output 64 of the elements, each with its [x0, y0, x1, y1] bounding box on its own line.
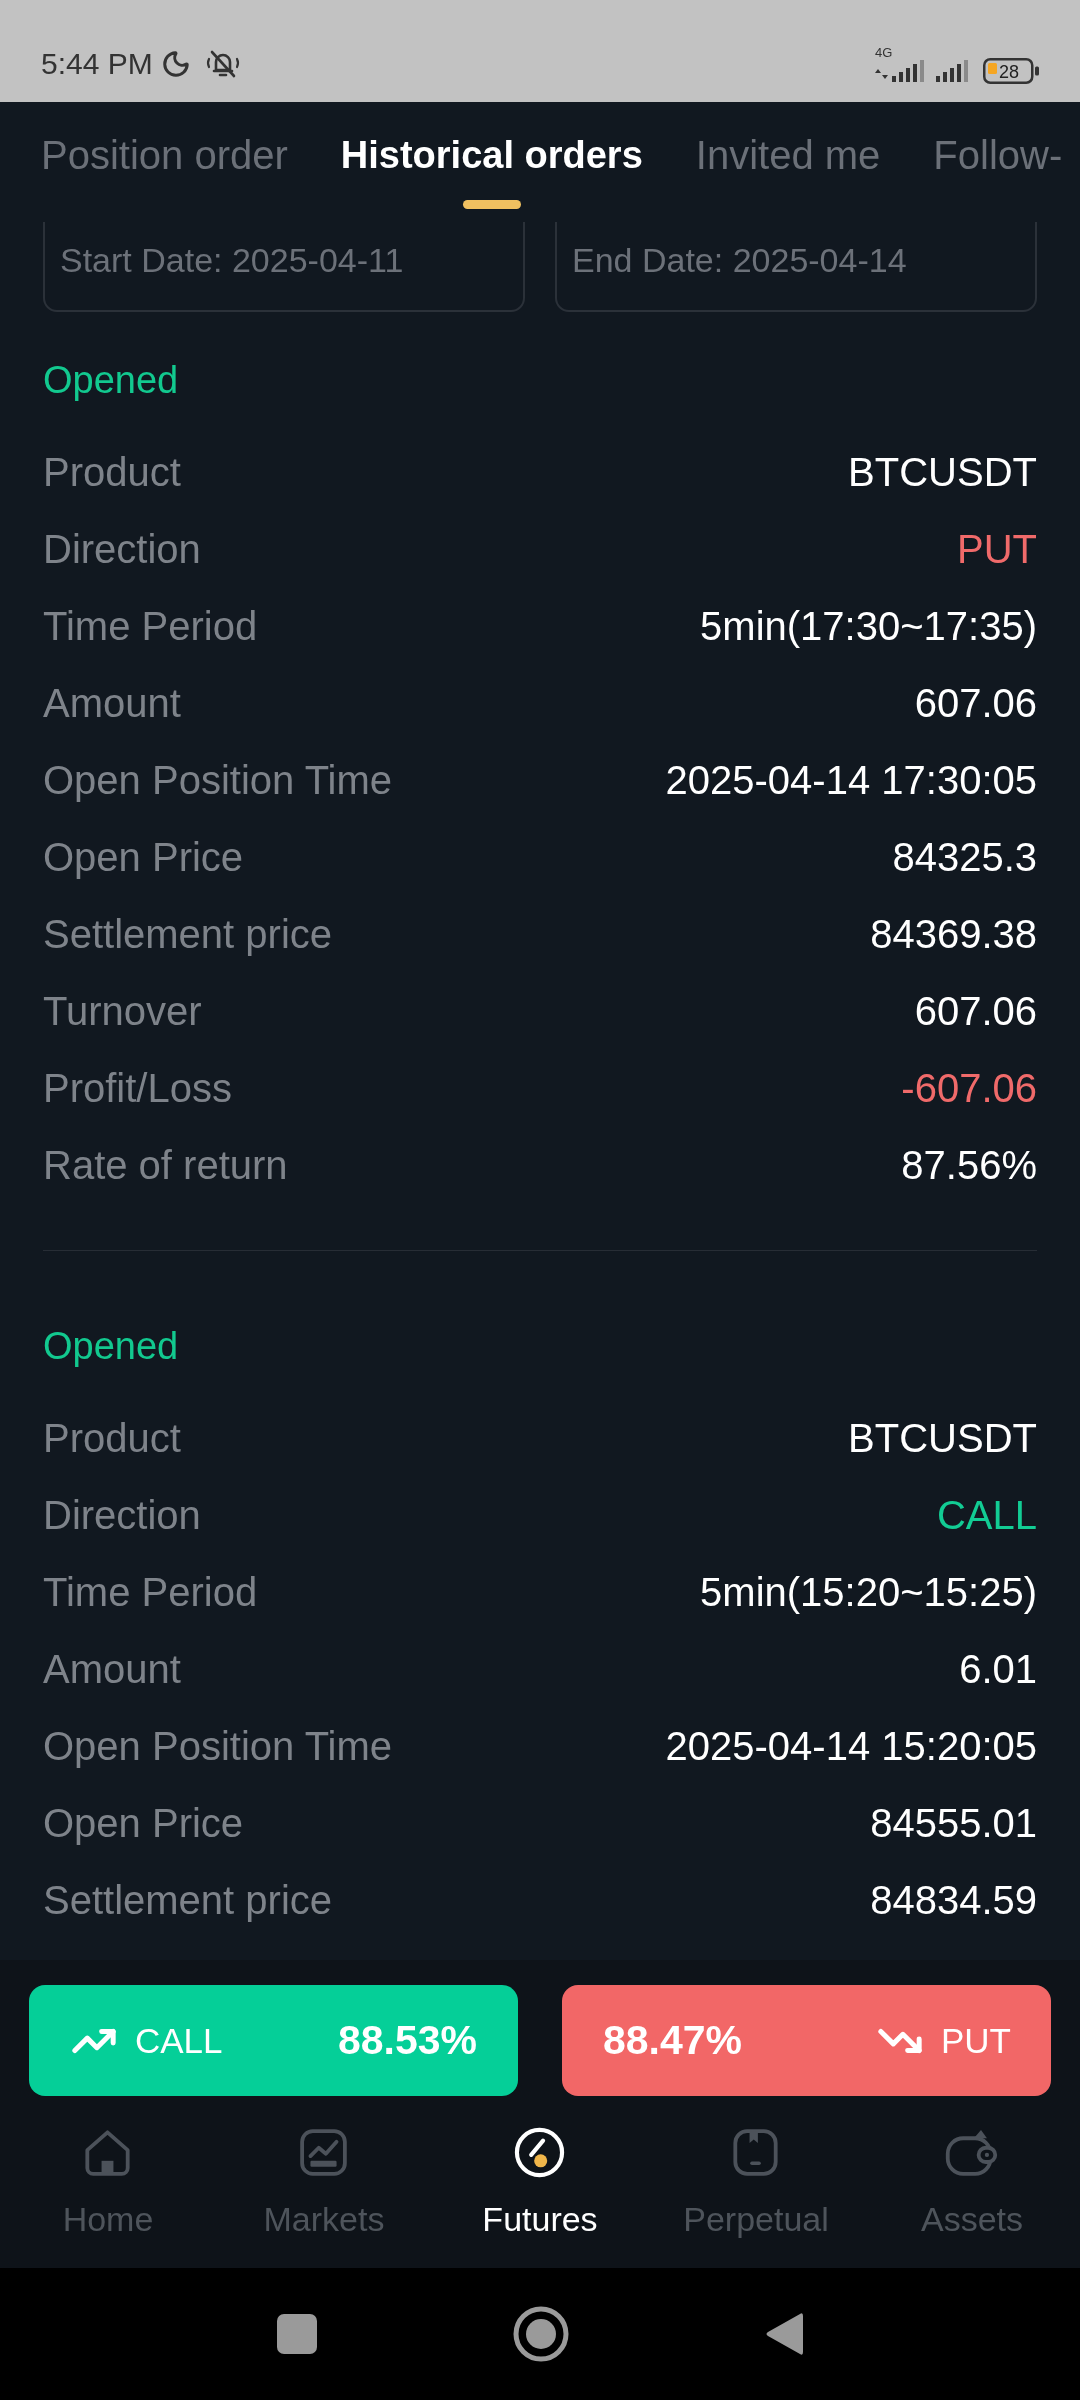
- tab[interactable]: Position order: [41, 132, 288, 178]
- start-date-field[interactable]: Start Date: 2025-04-11: [43, 222, 525, 312]
- call-rate: 88.53%: [337, 2020, 477, 2061]
- field-label: Profit/Loss: [43, 1064, 232, 1112]
- field-value: 84325.3: [892, 833, 1037, 881]
- nav-item[interactable]: Home: [62, 2124, 154, 2268]
- field-label: Direction: [43, 525, 201, 573]
- nav-item[interactable]: Perpetual: [683, 2124, 829, 2268]
- field-label: Time Period: [43, 602, 258, 650]
- tab[interactable]: Historical orders: [340, 132, 643, 178]
- field-label: Turnover: [43, 987, 202, 1035]
- status-time: 5:44 PM: [41, 49, 153, 79]
- square-icon[interactable]: [277, 2314, 317, 2354]
- tab-indicator: [462, 200, 521, 209]
- nav-item[interactable]: Assets: [920, 2124, 1023, 2268]
- field-value: 5min(15:20~15:25): [700, 1568, 1037, 1616]
- order-status: Opened: [43, 1324, 179, 1369]
- field-value: 607.06: [914, 679, 1037, 727]
- field-label: Open Position Time: [43, 756, 393, 804]
- field-value: 607.06: [914, 987, 1037, 1035]
- field-label: Direction: [43, 1491, 201, 1539]
- nav-item[interactable]: Futures: [482, 2124, 598, 2268]
- field-label: Open Price: [43, 833, 244, 881]
- field-value: 84834.59: [870, 1876, 1037, 1924]
- nav-item[interactable]: Markets: [263, 2124, 385, 2268]
- field-label: Open Position Time: [43, 1722, 393, 1770]
- field-label: Product: [43, 1414, 181, 1462]
- put-label: PUT: [941, 2023, 1011, 2058]
- field-value: -607.06: [901, 1064, 1037, 1112]
- order-status: Opened: [43, 358, 179, 403]
- field-value: 6.01: [959, 1645, 1037, 1693]
- end-date-field[interactable]: End Date: 2025-04-14: [555, 222, 1037, 312]
- call-button[interactable]: CALL 88.53%: [29, 1985, 518, 2096]
- field-label: Amount: [43, 1645, 181, 1693]
- battery-icon: [983, 57, 1039, 84]
- field-value: 87.56%: [901, 1141, 1037, 1189]
- field-value: 2025-04-14 15:20:05: [665, 1722, 1037, 1770]
- field-label: Amount: [43, 679, 181, 727]
- signal-icon: [873, 58, 925, 83]
- field-value: 84369.38: [870, 910, 1037, 958]
- field-value: 5min(17:30~17:35): [700, 602, 1037, 650]
- field-value: 2025-04-14 17:30:05: [665, 756, 1037, 804]
- put-button[interactable]: 88.47% PUT: [562, 1985, 1051, 2096]
- field-value: CALL: [936, 1491, 1037, 1539]
- ring-icon[interactable]: [513, 2306, 569, 2362]
- bell-off-icon: [204, 48, 241, 80]
- field-value: 84555.01: [870, 1799, 1037, 1847]
- moon-icon: [160, 49, 191, 79]
- back-icon[interactable]: [765, 2311, 803, 2357]
- field-value: BTCUSDT: [848, 1414, 1037, 1462]
- network-type: 4G: [875, 45, 893, 59]
- field-value: BTCUSDT: [848, 448, 1037, 496]
- field-label: Product: [43, 448, 181, 496]
- field-label: Time Period: [43, 1568, 258, 1616]
- put-rate: 88.47%: [603, 2020, 743, 2061]
- field-label: Settlement price: [43, 910, 333, 958]
- call-label: CALL: [135, 2023, 223, 2058]
- field-label: Rate of return: [43, 1141, 288, 1189]
- field-label: Open Price: [43, 1799, 244, 1847]
- tab[interactable]: Follow-: [933, 132, 1063, 178]
- field-value: PUT: [957, 525, 1037, 573]
- field-label: Settlement price: [43, 1876, 333, 1924]
- battery-level: 28: [999, 61, 1019, 82]
- tab[interactable]: Invited me: [695, 132, 881, 178]
